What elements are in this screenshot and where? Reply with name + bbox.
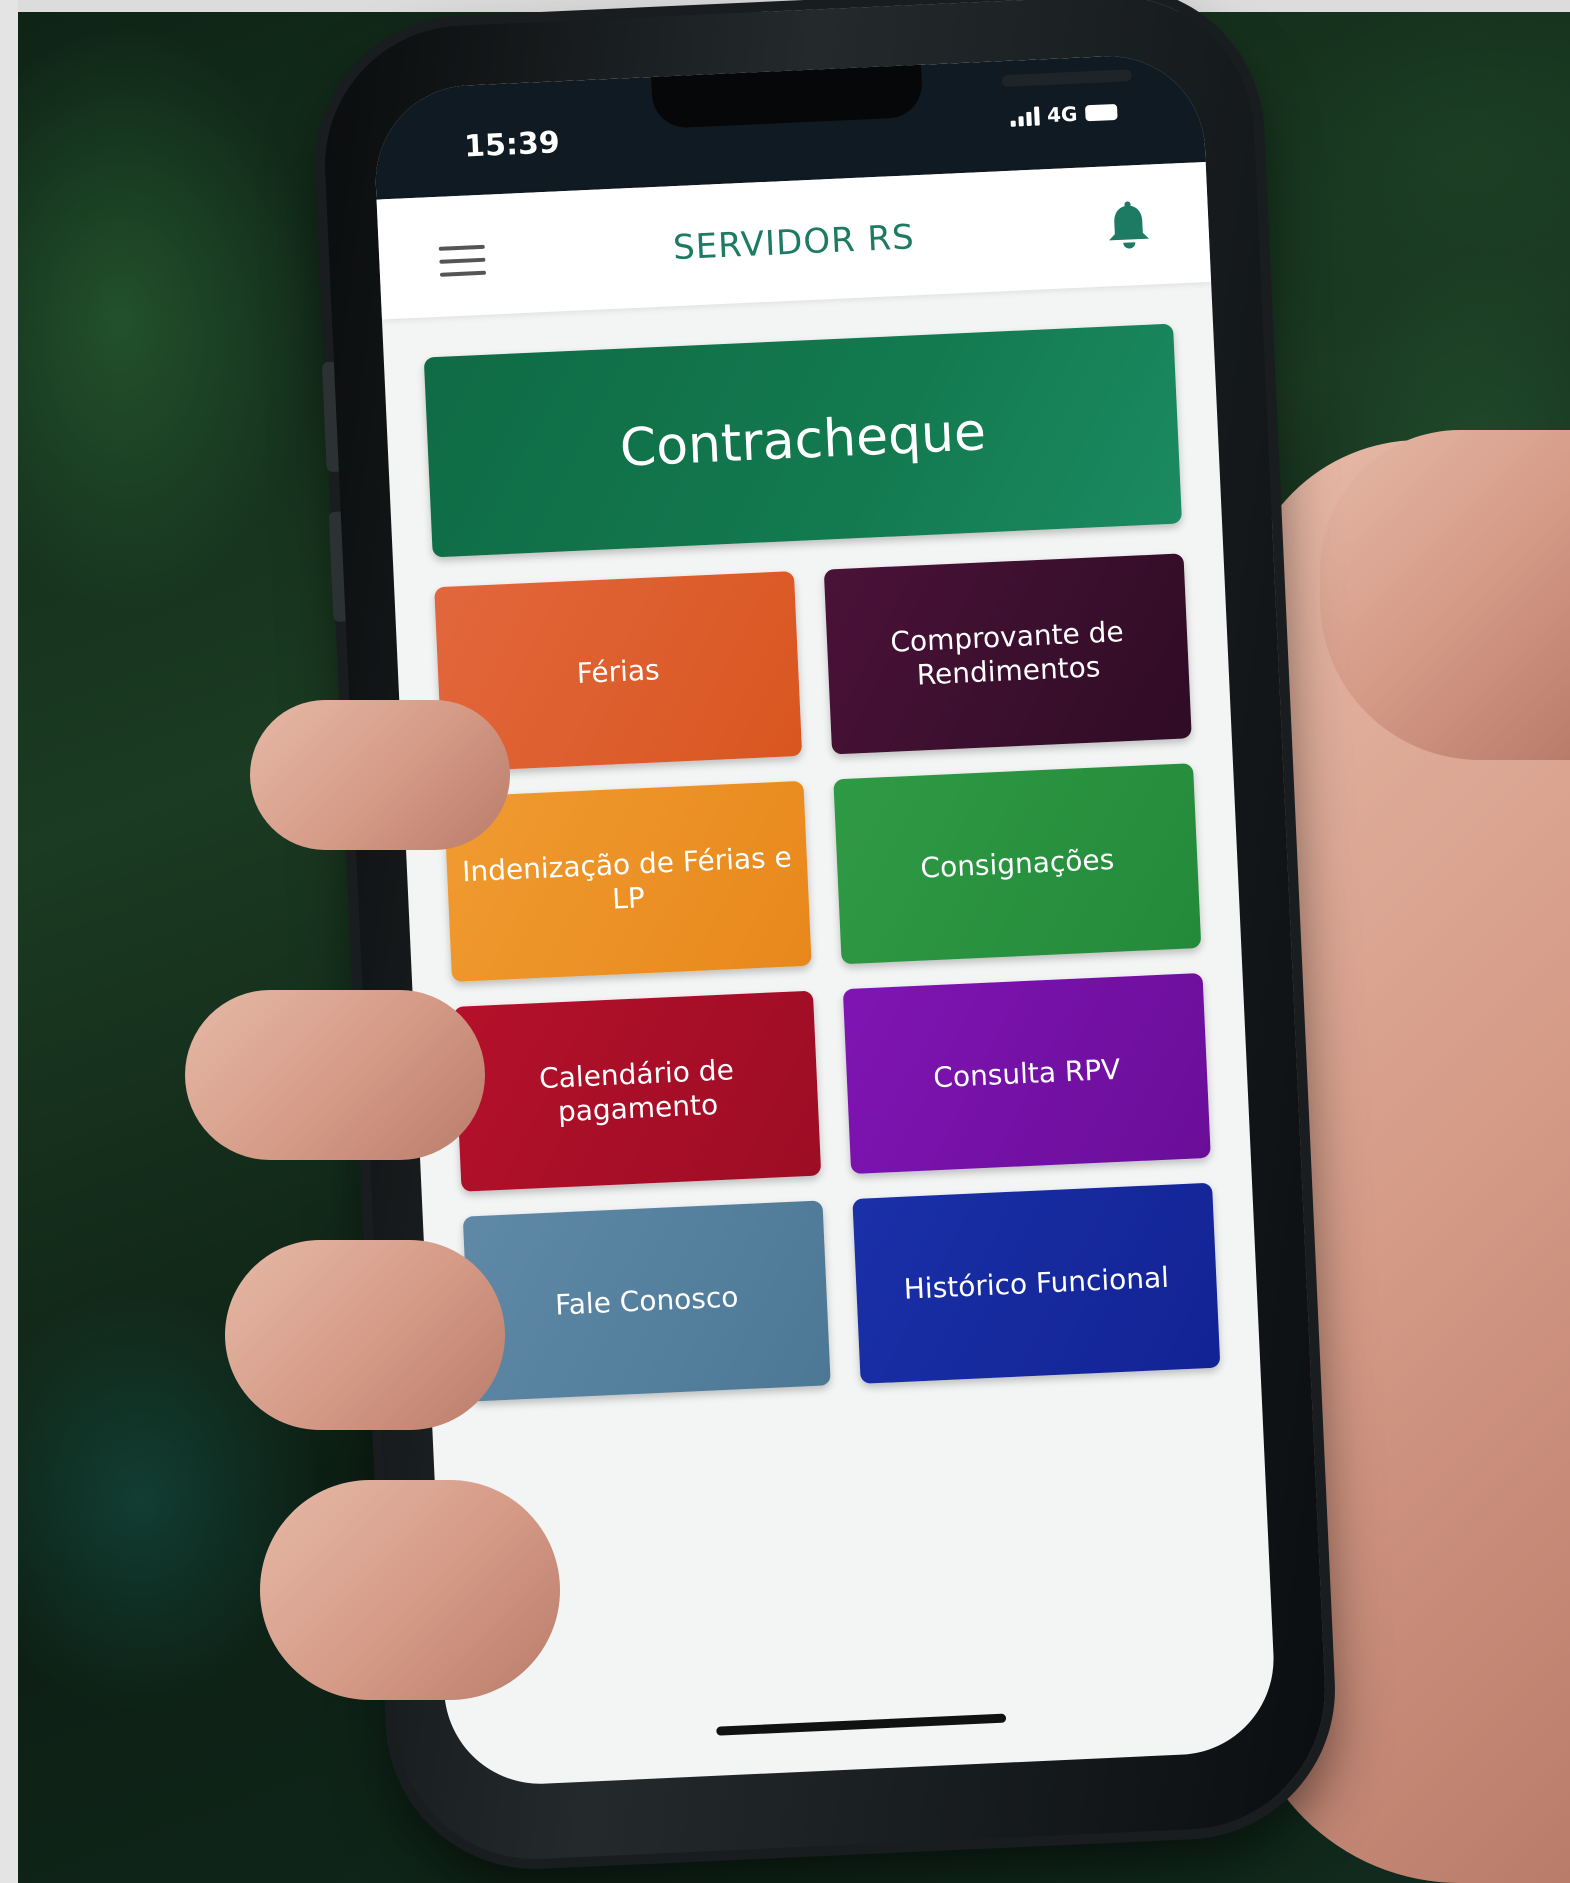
network-type: 4G xyxy=(1046,101,1078,128)
calendario-pagamento-button[interactable]: Calendário de pagamento xyxy=(453,990,822,1192)
hand-finger xyxy=(225,1240,505,1430)
comprovante-rendimentos-button[interactable]: Comprovante de Rendimentos xyxy=(823,553,1192,755)
volume-button xyxy=(321,361,339,473)
status-icons: 4G xyxy=(1010,100,1118,129)
speaker-grille xyxy=(1001,69,1132,88)
consulta-rpv-button[interactable]: Consulta RPV xyxy=(842,972,1211,1175)
historico-funcional-button[interactable]: Histórico Funcional xyxy=(852,1182,1221,1384)
app-title: SERVIDOR RS xyxy=(672,217,916,269)
battery-icon xyxy=(1084,103,1118,122)
left-border-strip xyxy=(0,0,18,1883)
status-time: 15:39 xyxy=(463,125,561,165)
home-indicator[interactable] xyxy=(716,1713,1007,1736)
menu-grid: Contracheque Férias Comprovante de Rendi… xyxy=(423,323,1221,1402)
hand-finger xyxy=(250,700,510,850)
contracheque-button[interactable]: Contracheque xyxy=(423,323,1183,558)
fale-conosco-button[interactable]: Fale Conosco xyxy=(462,1200,831,1402)
notch xyxy=(651,64,1132,129)
hand-finger xyxy=(185,990,485,1160)
bell-icon[interactable] xyxy=(1105,199,1151,251)
hand-finger xyxy=(260,1480,560,1700)
photo-scene: 15:39 4G SERVIDOR RS Contracheque Férias… xyxy=(0,0,1570,1883)
consignacoes-button[interactable]: Consignações xyxy=(833,763,1202,965)
volume-button xyxy=(328,511,346,622)
signal-icon xyxy=(1010,105,1040,127)
